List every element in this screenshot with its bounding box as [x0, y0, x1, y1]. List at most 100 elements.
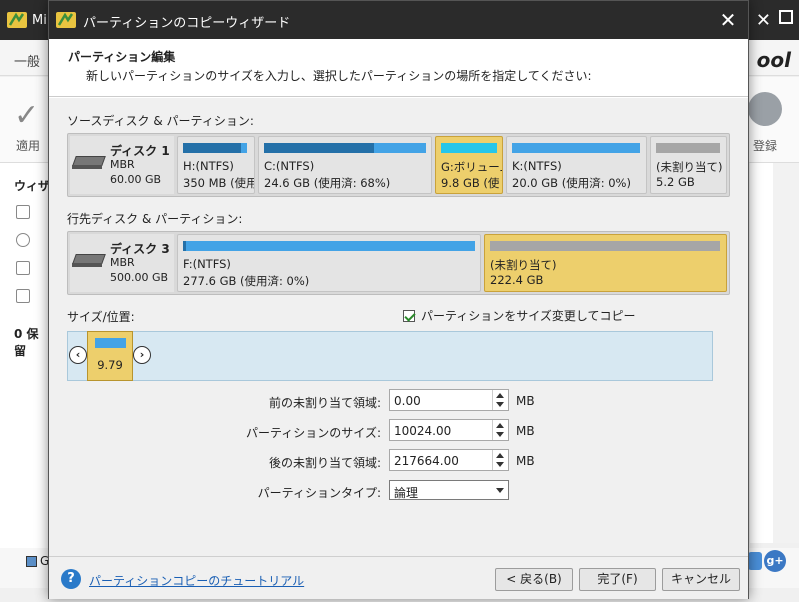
resize-checkbox-label: パーティションをサイズ変更してコピー: [421, 309, 636, 323]
usage-bar: [183, 241, 475, 251]
source-partition-g[interactable]: G:ボリューム 9.8 GB (使: [435, 136, 503, 194]
partition-type-label: パーティションタイプ:: [257, 486, 381, 500]
before-unallocated-label: 前の未割り当て領域:: [268, 396, 381, 410]
wizard-icon[interactable]: [16, 205, 30, 219]
tutorial-link[interactable]: パーティションコピーのチュートリアル: [89, 572, 304, 589]
target-disk-info[interactable]: ディスク 3 MBR 500.00 GB: [70, 234, 174, 292]
dialog-body: ソースディスク & パーティション: ディスク 1 MBR 60.00 GB H…: [49, 98, 748, 556]
wizard-icon[interactable]: [16, 261, 30, 275]
background-sidebar: ウィザ 0 保留: [0, 163, 50, 583]
legend-swatch: [26, 556, 37, 567]
chevron-down-icon: [496, 488, 504, 493]
usage-bar-used: [183, 143, 241, 153]
partition-type-select[interactable]: 論理: [389, 480, 509, 500]
partition-size: 222.4 GB: [490, 273, 544, 287]
partition-size: 20.0 GB (使用済: 0%): [512, 176, 631, 190]
partition-size-value: 10024.00: [394, 424, 452, 438]
disk-type: MBR: [110, 158, 135, 171]
source-label: ソースディスク & パーティション:: [67, 114, 254, 128]
dialog-description: 新しいパーティションのサイズを入力し、選択したパーティションの場所を指定してくだ…: [86, 69, 592, 83]
resize-right-handle-icon[interactable]: ›: [133, 346, 151, 364]
wizard-icon[interactable]: [16, 289, 30, 303]
resize-track[interactable]: [67, 331, 713, 381]
resize-checkbox-row[interactable]: パーティションをサイズ変更してコピー: [403, 307, 636, 324]
usage-bar: [183, 143, 247, 153]
partition-size: 5.2 GB: [656, 175, 695, 189]
target-disk-row: ディスク 3 MBR 500.00 GB F:(NTFS) 277.6 GB (…: [67, 231, 730, 295]
close-icon[interactable]: ✕: [714, 6, 742, 34]
resize-left-handle-icon[interactable]: ‹: [69, 346, 87, 364]
app-logo-icon: [7, 12, 27, 28]
unit-label: MB: [516, 394, 535, 408]
source-disk-info[interactable]: ディスク 1 MBR 60.00 GB: [70, 136, 174, 194]
before-unallocated-value: 0.00: [394, 394, 421, 408]
usage-bar-used: [264, 143, 374, 153]
dialog-heading: パーティション編集: [68, 50, 176, 64]
background-close-icon[interactable]: ✕: [756, 10, 771, 31]
disk-name: ディスク 1: [110, 144, 170, 158]
dialog-footer: ? パーティションコピーのチュートリアル < 戻る(B) 完了(F) キャンセル: [49, 556, 748, 599]
resize-label: サイズ/位置:: [67, 310, 135, 324]
partition-type-value: 論理: [394, 486, 419, 500]
help-icon[interactable]: ?: [61, 569, 81, 589]
usage-bar: [441, 143, 497, 153]
source-partition-k[interactable]: K:(NTFS) 20.0 GB (使用済: 0%): [506, 136, 647, 194]
target-partition-unallocated[interactable]: (未割り当て) 222.4 GB: [484, 234, 727, 292]
background-sidebar-heading: ウィザ: [14, 179, 51, 193]
partition-label: F:(NTFS): [183, 257, 231, 271]
resize-block-value: 9.79: [97, 358, 123, 372]
source-disk-row: ディスク 1 MBR 60.00 GB H:(NTFS) 350 MB (使用 …: [67, 133, 730, 197]
target-partition-f[interactable]: F:(NTFS) 277.6 GB (使用済: 0%): [177, 234, 481, 292]
app-logo-icon: [56, 12, 76, 28]
usage-bar: [512, 143, 640, 153]
unit-label: MB: [516, 454, 535, 468]
partition-resize-block[interactable]: 9.79: [87, 331, 133, 381]
partition-size: 24.6 GB (使用済: 68%): [264, 176, 391, 190]
background-menu-general[interactable]: 一般: [14, 51, 40, 70]
resize-copy-checkbox[interactable]: [403, 309, 415, 322]
google-plus-icon[interactable]: g+: [764, 550, 786, 572]
back-button[interactable]: < 戻る(B): [495, 568, 573, 591]
partition-label: (未割り当て): [656, 160, 723, 174]
partition-label: K:(NTFS): [512, 159, 562, 173]
wizard-icon[interactable]: [16, 233, 30, 247]
cancel-button[interactable]: キャンセル: [662, 568, 740, 591]
partition-label: G:ボリューム: [441, 160, 502, 174]
background-pending: 0 保留: [14, 327, 39, 358]
spinner-arrows-icon[interactable]: [492, 390, 508, 410]
background-scrollbar[interactable]: [773, 163, 799, 543]
after-unallocated-input[interactable]: 217664.00: [389, 449, 509, 471]
dialog-header: パーティション編集 新しいパーティションのサイズを入力し、選択したパーティション…: [49, 39, 748, 97]
partition-size: 350 MB (使用: [183, 176, 255, 190]
unit-label: MB: [516, 424, 535, 438]
dialog-titlebar: パーティションのコピーウィザード ✕: [49, 1, 748, 39]
disk-size: 60.00 GB: [110, 173, 162, 186]
twitter-icon[interactable]: [748, 552, 762, 570]
user-avatar-icon[interactable]: [748, 92, 782, 126]
background-register-label[interactable]: 登録: [753, 137, 777, 154]
partition-size-label: パーティションのサイズ:: [246, 426, 381, 440]
after-unallocated-label: 後の未割り当て領域:: [268, 456, 381, 470]
after-unallocated-value: 217664.00: [394, 454, 459, 468]
before-unallocated-input[interactable]: 0.00: [389, 389, 509, 411]
partition-label: H:(NTFS): [183, 159, 234, 173]
source-partition-c[interactable]: C:(NTFS) 24.6 GB (使用済: 68%): [258, 136, 432, 194]
background-app-title: Mi: [32, 13, 47, 28]
spinner-arrows-icon[interactable]: [492, 450, 508, 470]
background-brand: ool: [756, 48, 791, 72]
source-partition-h[interactable]: H:(NTFS) 350 MB (使用: [177, 136, 255, 194]
finish-button[interactable]: 完了(F): [579, 568, 656, 591]
spinner-arrows-icon[interactable]: [492, 420, 508, 440]
background-restore-icon[interactable]: [779, 10, 793, 24]
partition-label: C:(NTFS): [264, 159, 315, 173]
usage-bar: [656, 143, 720, 153]
partition-size-input[interactable]: 10024.00: [389, 419, 509, 441]
source-partition-unallocated[interactable]: (未割り当て) 5.2 GB: [650, 136, 727, 194]
apply-check-icon[interactable]: ✓: [14, 98, 39, 133]
partition-size: 9.8 GB (使: [441, 176, 500, 190]
disk-type: MBR: [110, 256, 135, 269]
usage-bar: [490, 241, 720, 251]
usage-bar: [264, 143, 426, 153]
partition-size: 277.6 GB (使用済: 0%): [183, 274, 310, 288]
background-apply-label[interactable]: 適用: [16, 137, 40, 154]
